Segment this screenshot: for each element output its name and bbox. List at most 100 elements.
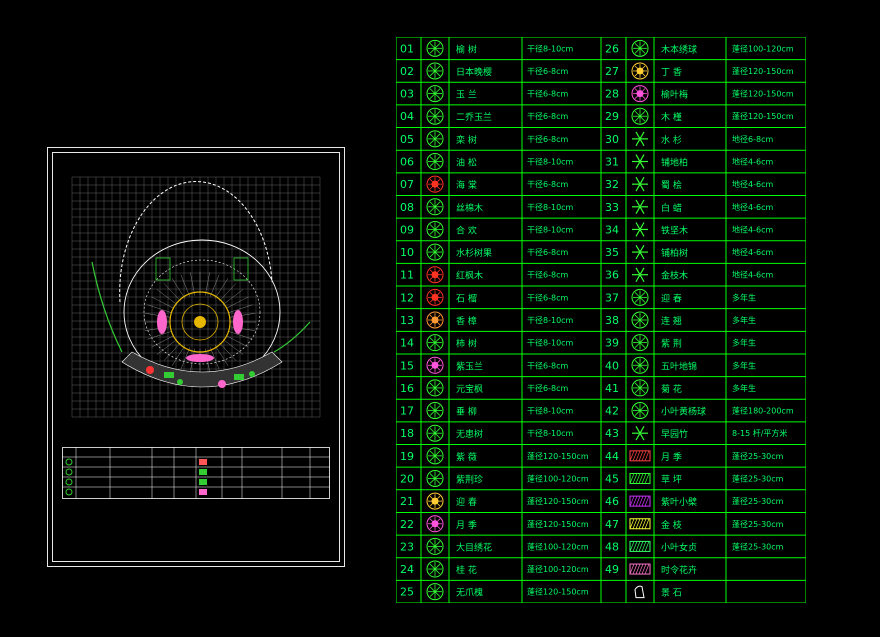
legend-row-number: 30 (605, 133, 619, 146)
legend-row-number: 11 (400, 269, 414, 282)
legend-row-spec: 蓬径180-200cm (732, 406, 794, 416)
tree-circle-icon (426, 62, 444, 80)
hatch-red-icon (629, 450, 651, 462)
legend-row: 23 大目绣花 蓬径100-120cm (400, 537, 589, 555)
legend-row: 13 香 樟 干径8-10cm (400, 311, 574, 329)
legend-row-name: 草 坪 (661, 473, 682, 485)
legend-row-spec: 地径4-6cm (732, 247, 773, 257)
legend-row: 16 元宝枫 干径6-8cm (400, 379, 568, 397)
legend-row-number: 25 (400, 586, 414, 599)
hatch-green2-icon (629, 540, 651, 552)
tree-dot (177, 379, 183, 385)
legend-row: 45 草 坪 蓬径25-30cm (605, 472, 784, 485)
legend-row-name: 铺柏树 (661, 247, 688, 259)
tree-dot (146, 366, 154, 374)
legend-row-name: 垂 柳 (456, 406, 477, 418)
west-path (91, 261, 123, 353)
tree-red-icon (426, 288, 444, 306)
legend-row-spec: 多年生 (732, 338, 756, 348)
shrub-icon (631, 288, 649, 306)
legend-row: 37 迎 春 多年生 (605, 288, 756, 306)
legend-row-number: 47 (605, 518, 619, 531)
legend-row: 09 合 欢 干径8-10cm (400, 220, 574, 238)
tree-star-icon (426, 220, 444, 238)
lawn-patch (164, 372, 174, 378)
legend-row-number: 42 (605, 405, 619, 418)
legend-row-spec: 地径4-6cm (732, 157, 773, 167)
legend-row-name: 红枫木 (456, 270, 483, 282)
legend-row-name: 白 蜡 (661, 202, 682, 214)
legend-row-spec: 干径8-10cm (527, 315, 574, 325)
legend-row-name: 丁 香 (661, 67, 682, 78)
legend-row-number: 49 (605, 563, 619, 576)
tree-red-icon (426, 175, 444, 193)
legend-row: 18 无患树 干径8-10cm (400, 424, 574, 442)
legend-row-number: 29 (605, 110, 619, 123)
site-plan-drawing[interactable] (62, 172, 330, 422)
plant-legend-table: 01 榆 树干径8-10cm02 日本晚樱 干径6-8cm03 玉 兰干径6-8cm04… (396, 37, 806, 603)
hatch-yellow-icon (629, 518, 651, 530)
legend-row-name: 大目绣花 (456, 541, 492, 553)
legend-row: 27 丁 香 蓬径120-150cm (605, 62, 794, 80)
legend-row-name: 月 季 (456, 519, 477, 531)
vine-icon (631, 356, 649, 374)
tree-circle-icon (426, 379, 444, 397)
conifer-icon (632, 199, 648, 215)
legend-row-number: 03 (400, 88, 414, 101)
legend-row-name: 合 欢 (456, 224, 477, 236)
legend-row-spec: 地径4-6cm (732, 179, 773, 189)
legend-row-name: 木 槿 (661, 111, 682, 123)
rock-icon (634, 585, 645, 599)
lawn-patch (234, 374, 244, 380)
legend-row: 25 无爪槐 蓬径120-150cm (400, 583, 589, 601)
bamboo-icon (632, 425, 648, 441)
legend-row: 36 金枝木 地径4-6cm (605, 267, 773, 282)
legend-row-spec: 干径8-10cm (527, 43, 574, 53)
legend-row-name: 景 石 (661, 588, 682, 599)
legend-row-number: 05 (400, 133, 414, 146)
pink-bed-left (157, 310, 167, 334)
legend-row: 20 紫荆珍 蓬径100-120cm (400, 469, 589, 487)
tree-circle-icon (426, 39, 444, 57)
legend-row-number: 39 (605, 337, 619, 350)
legend-row-number: 07 (400, 178, 414, 191)
legend-row-number: 27 (605, 65, 619, 78)
legend-row: 46 紫叶小檗 蓬径25-30cm (605, 495, 784, 508)
tree-circle-icon (426, 153, 444, 171)
legend-row-name: 铺地柏 (661, 157, 688, 169)
legend-row-name: 石 榴 (456, 292, 477, 304)
legend-row-number: 24 (400, 563, 414, 576)
legend-row-name: 桂 花 (456, 564, 477, 576)
legend-row-number: 45 (605, 472, 619, 485)
legend-row-name: 紫 薇 (456, 451, 477, 463)
legend-row: 35 铺柏树 地径4-6cm (605, 244, 773, 260)
legend-row-name: 金枝木 (661, 270, 688, 282)
tree-outline-icon (426, 424, 444, 442)
legend-row-name: 迎 春 (661, 292, 682, 304)
legend-row-name: 金 枝 (661, 519, 682, 531)
conifer-icon (632, 154, 648, 169)
tree-dot (218, 380, 226, 388)
legend-row-name: 菊 花 (661, 383, 682, 395)
tree-circle-icon (426, 85, 444, 103)
legend-row-number: 48 (605, 540, 619, 553)
legend-row: 44 月 季 蓬径25-30cm (605, 450, 784, 463)
legend-row-spec: 干径6-8cm (527, 383, 568, 393)
legend-row: 24 桂 花 蓬径100-120cm (400, 560, 589, 578)
conifer-icon (632, 176, 648, 192)
legend-row: 41 菊 花 多年生 (605, 379, 756, 397)
legend-row-spec: 蓬径120-150cm (732, 89, 794, 99)
legend-row: 32 蜀 桧 地径4-6cm (605, 176, 773, 192)
legend-row-number: 40 (605, 359, 619, 372)
legend-row-spec: 蓬径100-120cm (527, 564, 589, 574)
legend-row-name: 紫荆珍 (456, 473, 483, 485)
legend-row-spec: 蓬径25-30cm (732, 519, 784, 529)
legend-row-number: 23 (400, 540, 414, 553)
legend-row-name: 紫 荆 (661, 338, 682, 350)
legend-row-number: 43 (605, 427, 619, 440)
legend-row-name: 月 季 (661, 451, 682, 463)
legend-row-spec: 多年生 (732, 292, 756, 302)
conifer-icon (632, 131, 648, 147)
vine-icon (631, 402, 649, 420)
tree-star-icon (426, 130, 444, 148)
